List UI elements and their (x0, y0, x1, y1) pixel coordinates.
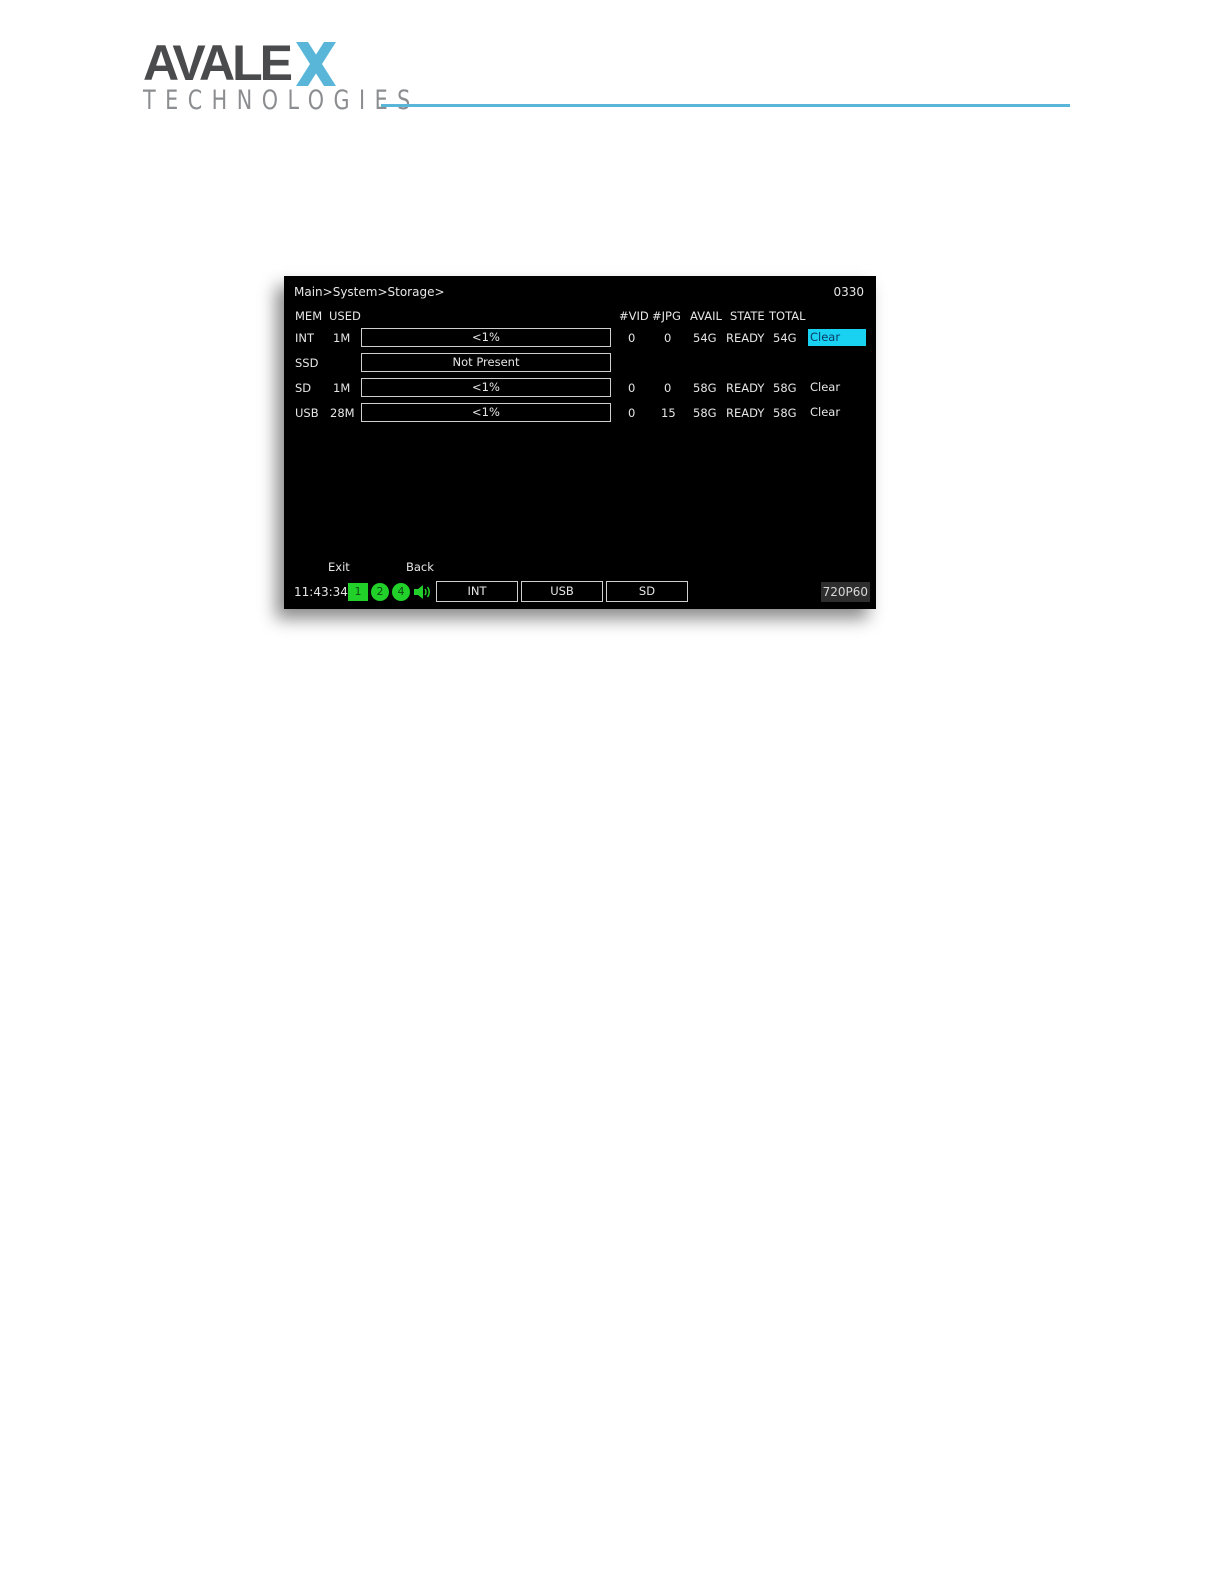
avalex-logo: AVALE TECHNOLOGIES (143, 35, 410, 116)
logo-wordmark: AVALE (143, 35, 293, 91)
table-row: SSD Not Present (284, 353, 876, 373)
back-hint[interactable]: Back (406, 560, 434, 574)
logo-subtitle: TECHNOLOGIES (143, 86, 420, 116)
header-rule (381, 104, 1070, 107)
clear-int-button[interactable]: Clear (808, 329, 866, 346)
col-vid: #VID (619, 309, 649, 323)
screen-id: 0330 (833, 285, 864, 299)
row-vid: 0 (628, 406, 636, 420)
row-mem: USB (295, 406, 319, 420)
row-used: 28M (330, 406, 355, 420)
resolution-badge: 720P60 (820, 582, 870, 602)
usage-bar: Not Present (361, 353, 611, 372)
clock: 11:43:34 (294, 585, 348, 599)
row-state: READY (726, 331, 765, 345)
logo-x-icon (296, 42, 337, 86)
tab-sd[interactable]: SD (606, 581, 688, 602)
row-mem: SSD (295, 356, 319, 370)
usage-bar: <1% (361, 378, 611, 397)
row-avail: 58G (693, 381, 717, 395)
row-state: READY (726, 381, 765, 395)
device-screen: Main>System>Storage> 0330 MEM USED #VID … (284, 276, 876, 609)
usage-bar: <1% (361, 403, 611, 422)
col-avail: AVAIL (690, 309, 722, 323)
table-row: USB 28M <1% 0 15 58G READY 58G Clear (284, 403, 876, 423)
breadcrumb: Main>System>Storage> (294, 285, 445, 299)
speaker-icon (414, 585, 430, 599)
table-header: MEM USED #VID #JPG AVAIL STATE TOTAL (284, 309, 876, 329)
channel-4-indicator: 4 (392, 583, 410, 601)
row-avail: 54G (693, 331, 717, 345)
row-total: 58G (773, 381, 797, 395)
channel-1-indicator: 1 (348, 583, 368, 601)
col-mem: MEM (295, 309, 323, 323)
row-total: 58G (773, 406, 797, 420)
row-jpg: 0 (664, 381, 672, 395)
row-vid: 0 (628, 331, 636, 345)
table-row: INT 1M <1% 0 0 54G READY 54G Clear (284, 328, 876, 348)
row-mem: SD (295, 381, 312, 395)
col-jpg: #JPG (652, 309, 681, 323)
table-row: SD 1M <1% 0 0 58G READY 58G Clear (284, 378, 876, 398)
row-total: 54G (773, 331, 797, 345)
row-vid: 0 (628, 381, 636, 395)
col-state: STATE (730, 309, 765, 323)
tab-int[interactable]: INT (436, 581, 518, 602)
clear-usb-button[interactable]: Clear (808, 404, 866, 421)
col-total: TOTAL (769, 309, 806, 323)
channel-2-indicator: 2 (371, 583, 389, 601)
clear-sd-button[interactable]: Clear (808, 379, 866, 396)
usage-bar: <1% (361, 328, 611, 347)
row-used: 1M (333, 331, 351, 345)
row-avail: 58G (693, 406, 717, 420)
row-mem: INT (295, 331, 315, 345)
row-jpg: 0 (664, 331, 672, 345)
row-state: READY (726, 406, 765, 420)
row-jpg: 15 (661, 406, 676, 420)
row-used: 1M (333, 381, 351, 395)
status-bar: 11:43:34 1 2 4 INT USB SD 720P60 (284, 581, 876, 603)
exit-hint[interactable]: Exit (328, 560, 350, 574)
tab-usb[interactable]: USB (521, 581, 603, 602)
col-used: USED (329, 309, 361, 323)
